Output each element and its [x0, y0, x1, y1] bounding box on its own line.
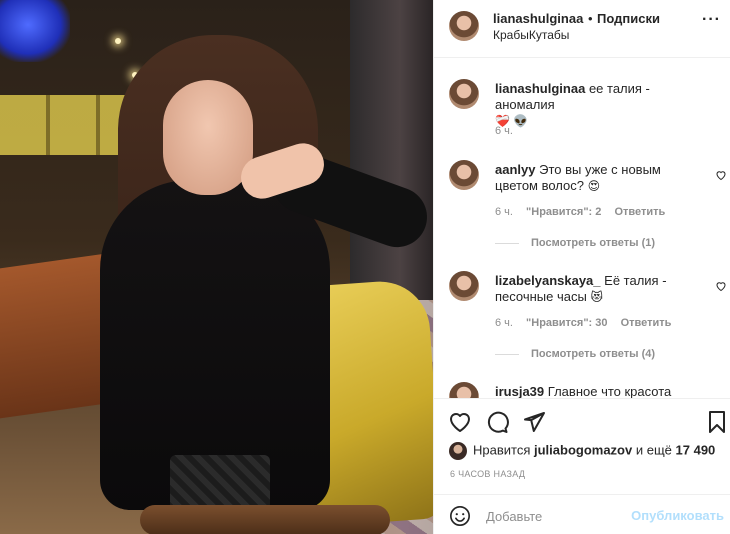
likes-count[interactable]: 17 490 [676, 442, 716, 457]
post-side-panel: lianashulginaa • Подписки КрабыКутабы ··… [433, 0, 730, 534]
likes-suffix: и ещё [635, 442, 672, 458]
likes-prefix: Нравится [473, 442, 531, 458]
comment-meta: 6 ч. "Нравится": 30 Ответить [495, 317, 681, 329]
replies-divider [495, 353, 519, 355]
caption-text: lianashulginaa ее талия - аномалия ❤️‍🩹 … [495, 81, 707, 129]
comment-time[interactable]: 6 ч. [495, 206, 513, 218]
post-time-ago[interactable]: 6 ЧАСОВ НАЗАД [450, 469, 525, 479]
commenter-avatar[interactable] [449, 160, 479, 190]
more-horizontal-icon[interactable]: ··· [702, 11, 721, 29]
like-heart-icon[interactable] [448, 410, 472, 434]
header-separator: • [588, 11, 593, 26]
comment-emoji: 😻 [590, 290, 603, 304]
replies-divider [495, 242, 519, 244]
share-icon[interactable] [522, 410, 546, 434]
post-header: lianashulginaa • Подписки КрабыКутабы ··… [434, 0, 730, 58]
blue-chandelier [0, 0, 70, 62]
caption-meta: 6 ч. [495, 125, 523, 137]
following-button[interactable]: Подписки [597, 11, 660, 26]
comment-meta: 6 ч. "Нравится": 2 Ответить [495, 206, 675, 218]
comment-likes[interactable]: "Нравится": 2 [526, 206, 601, 218]
caption-author-avatar[interactable] [449, 79, 479, 109]
reply-button[interactable]: Ответить [614, 206, 665, 218]
reply-button[interactable]: Ответить [621, 317, 672, 329]
commenter-avatar[interactable] [449, 382, 479, 398]
post-photo[interactable] [0, 0, 433, 534]
location-link[interactable]: КрабыКутабы [493, 28, 569, 42]
view-replies-label: Посмотреть ответы (4) [531, 348, 656, 360]
view-replies-button[interactable]: Посмотреть ответы (4) [495, 348, 655, 360]
liker-username[interactable]: juliabogomazov [534, 442, 632, 457]
likes-summary: Нравится juliabogomazov и ещё 17 490 [449, 442, 715, 462]
ceiling-lamp [115, 38, 121, 44]
caption-username[interactable]: lianashulginaa [495, 81, 585, 96]
author-avatar[interactable] [449, 11, 479, 41]
add-comment-input[interactable] [486, 505, 636, 527]
comment-username[interactable]: lizabelyanskaya_ [495, 273, 601, 288]
quilted-handbag [170, 455, 270, 510]
heart-icon[interactable] [715, 169, 727, 181]
comment-likes[interactable]: "Нравится": 30 [526, 317, 607, 329]
comment-time[interactable]: 6 ч. [495, 317, 513, 329]
woman-face [163, 80, 253, 195]
comment-emoji: 😍 [587, 179, 601, 193]
comment-body: Главное что красота [547, 384, 672, 398]
publish-button[interactable]: Опубликовать [631, 508, 724, 523]
comment-username[interactable]: irusja39 [495, 384, 544, 398]
heart-icon[interactable] [715, 280, 727, 292]
comment-text: aanlyy Это вы уже с новым цветом волос? … [495, 162, 707, 194]
comment-username[interactable]: aanlyy [495, 162, 535, 177]
add-comment-bar: Опубликовать [434, 494, 730, 534]
author-username[interactable]: lianashulginaa [493, 11, 583, 26]
comment-text: irusja39 Главное что красота [495, 384, 707, 398]
view-replies-label: Посмотреть ответы (1) [531, 237, 656, 249]
bookmark-icon[interactable] [705, 410, 729, 434]
chair-armrest [140, 505, 390, 534]
emoji-smile-icon[interactable] [449, 505, 471, 527]
caption-time[interactable]: 6 ч. [495, 125, 513, 137]
comments-list[interactable]: lianashulginaa ее талия - аномалия ❤️‍🩹 … [434, 59, 730, 398]
comment-text: lizabelyanskaya_ Её талия - песочные час… [495, 273, 707, 305]
liker-avatar[interactable] [449, 442, 467, 460]
comment-icon[interactable] [485, 410, 509, 434]
commenter-avatar[interactable] [449, 271, 479, 301]
view-replies-button[interactable]: Посмотреть ответы (1) [495, 237, 655, 249]
post-actions-bar [434, 398, 730, 442]
